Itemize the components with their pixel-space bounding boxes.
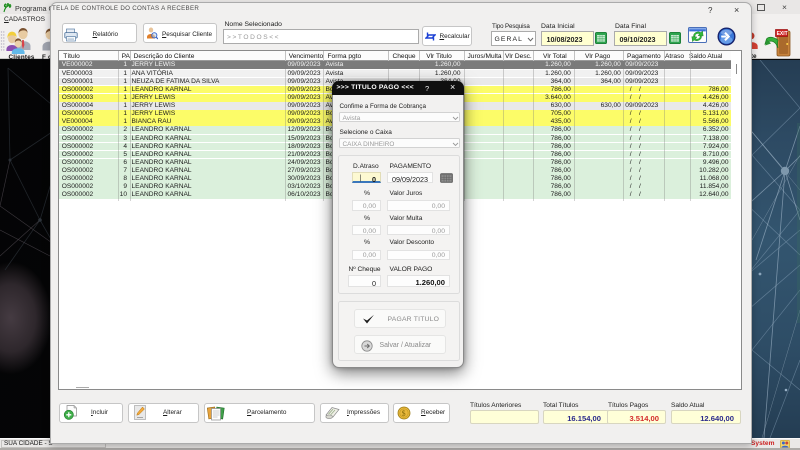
svg-text:EXIT: EXIT — [777, 31, 788, 37]
svg-text:$: $ — [402, 409, 406, 418]
